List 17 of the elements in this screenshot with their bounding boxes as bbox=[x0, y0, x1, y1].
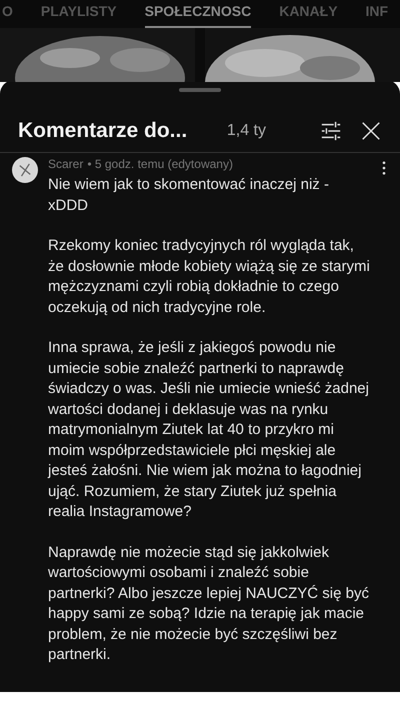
channel-tab[interactable]: INF bbox=[366, 0, 388, 28]
comments-title: Komentarze do... bbox=[18, 119, 188, 143]
more-icon[interactable] bbox=[382, 161, 386, 175]
comment-text: Inna sprawa, że jeśli z jakiegoś powodu nie umiecie sobie znaleźć partnerki to naprawdę świadczy o was. Jeśli nie umiecie wnieść żadnej wartości dodanej i deklasuje was na rynku matrymonialnym Ziutek lat 40 to przykro mi moim współprzedstawiciele płci męskiej ale jesteś żałośni. Nie wiem jak można to łagodniej ująć. Rozumiem, że stary Ziutek już spełnia realia Instagramowe? bbox=[48, 338, 370, 522]
drag-handle[interactable] bbox=[179, 88, 221, 92]
comment-time: • 5 godz. temu (edytowany) bbox=[87, 157, 233, 171]
comment-author[interactable]: Scarer bbox=[48, 157, 84, 171]
filter-icon[interactable] bbox=[320, 120, 342, 142]
channel-tab[interactable]: O bbox=[2, 0, 13, 28]
close-icon[interactable] bbox=[360, 120, 382, 142]
channel-tab[interactable]: PLAYLISTY bbox=[40, 0, 117, 28]
comment-text: Nie wiem jak to skomentować inaczej niż - xDDD bbox=[48, 175, 330, 216]
comment-count: 1,4 ty bbox=[226, 122, 266, 140]
avatar[interactable] bbox=[12, 157, 38, 183]
comment-text: Rzekomy koniec tradycyjnych ról wygląda tak, że dosłownie młode kobiety wiążą się ze starymi mężczyznami czyli robią dokładnie to czego oczekują od nich tradycyjne role. bbox=[48, 236, 371, 318]
comment-text: Naprawdę nie możecie stąd się jakkolwiek wartościowymi osobami i znaleźć sobie partnerki? Albo jeszcze lepiej NAUCZYĆ się być happy sami ze sobą? Idzie na terapię jak macie problem, że nie możecie być szczęśliwi bez partnerki. bbox=[48, 542, 370, 665]
channel-tab[interactable]: KANAŁY bbox=[279, 0, 338, 28]
